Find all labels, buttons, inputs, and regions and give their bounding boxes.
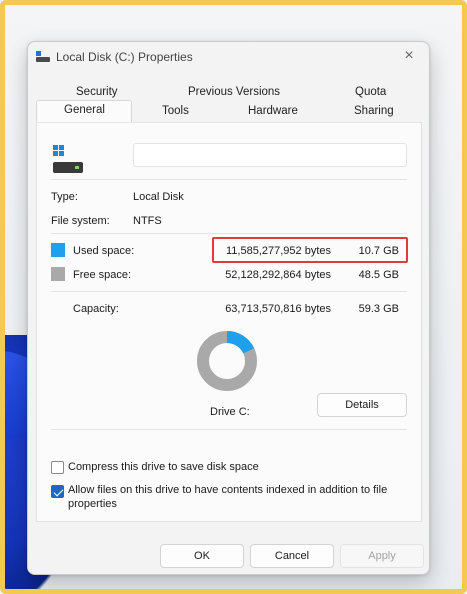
index-checkbox[interactable] bbox=[51, 485, 64, 498]
divider bbox=[51, 179, 407, 180]
compress-label: Compress this drive to save disk space bbox=[68, 461, 259, 473]
type-value: Local Disk bbox=[133, 191, 184, 203]
title-bar: Local Disk (C:) Properties × bbox=[28, 42, 429, 72]
tab-security[interactable]: Security bbox=[76, 86, 118, 98]
divider bbox=[51, 233, 407, 234]
divider bbox=[51, 291, 407, 292]
drive-icon bbox=[53, 145, 83, 177]
tab-general[interactable]: General bbox=[36, 100, 132, 124]
free-space-swatch bbox=[51, 267, 65, 281]
disk-usage-donut bbox=[197, 331, 257, 391]
tab-hardware[interactable]: Hardware bbox=[248, 105, 298, 117]
drive-label: Drive C: bbox=[210, 406, 250, 418]
index-label-line2: properties bbox=[68, 498, 117, 510]
tab-row-bottom: General Tools Hardware Sharing bbox=[36, 100, 422, 124]
used-space-highlight bbox=[212, 237, 408, 263]
used-space-label: Used space: bbox=[73, 245, 135, 257]
compress-checkbox[interactable] bbox=[51, 461, 64, 474]
tab-quota[interactable]: Quota bbox=[355, 86, 386, 98]
details-button[interactable]: Details bbox=[317, 393, 407, 417]
ok-button[interactable]: OK bbox=[160, 544, 244, 568]
volume-label-input[interactable] bbox=[133, 143, 407, 167]
divider bbox=[51, 429, 407, 430]
type-label: Type: bbox=[51, 191, 78, 203]
dialog-title: Local Disk (C:) Properties bbox=[56, 50, 193, 64]
free-space-size: 48.5 GB bbox=[358, 269, 399, 281]
free-space-label: Free space: bbox=[73, 269, 132, 281]
properties-dialog: Local Disk (C:) Properties × Security Pr… bbox=[27, 41, 430, 575]
capacity-size: 59.3 GB bbox=[358, 303, 399, 315]
tab-previous-versions[interactable]: Previous Versions bbox=[188, 86, 280, 98]
close-button[interactable]: × bbox=[401, 48, 417, 64]
apply-button[interactable]: Apply bbox=[340, 544, 424, 568]
tab-tools[interactable]: Tools bbox=[162, 105, 189, 117]
dialog-footer: OK Cancel Apply bbox=[28, 530, 429, 574]
general-tab-panel: Type: Local Disk File system: NTFS Used … bbox=[36, 122, 422, 522]
filesystem-value: NTFS bbox=[133, 215, 162, 227]
used-space-swatch bbox=[51, 243, 65, 257]
screenshot-frame: Local Disk (C:) Properties × Security Pr… bbox=[0, 0, 467, 594]
free-space-bytes: 52,128,292,864 bytes bbox=[225, 269, 331, 281]
capacity-label: Capacity: bbox=[73, 303, 119, 315]
capacity-bytes: 63,713,570,816 bytes bbox=[225, 303, 331, 315]
cancel-button[interactable]: Cancel bbox=[250, 544, 334, 568]
filesystem-label: File system: bbox=[51, 215, 110, 227]
tab-sharing[interactable]: Sharing bbox=[354, 105, 394, 117]
drive-icon bbox=[36, 51, 50, 62]
index-label-line1: Allow files on this drive to have conten… bbox=[68, 484, 388, 496]
tab-general-label: General bbox=[64, 104, 105, 116]
